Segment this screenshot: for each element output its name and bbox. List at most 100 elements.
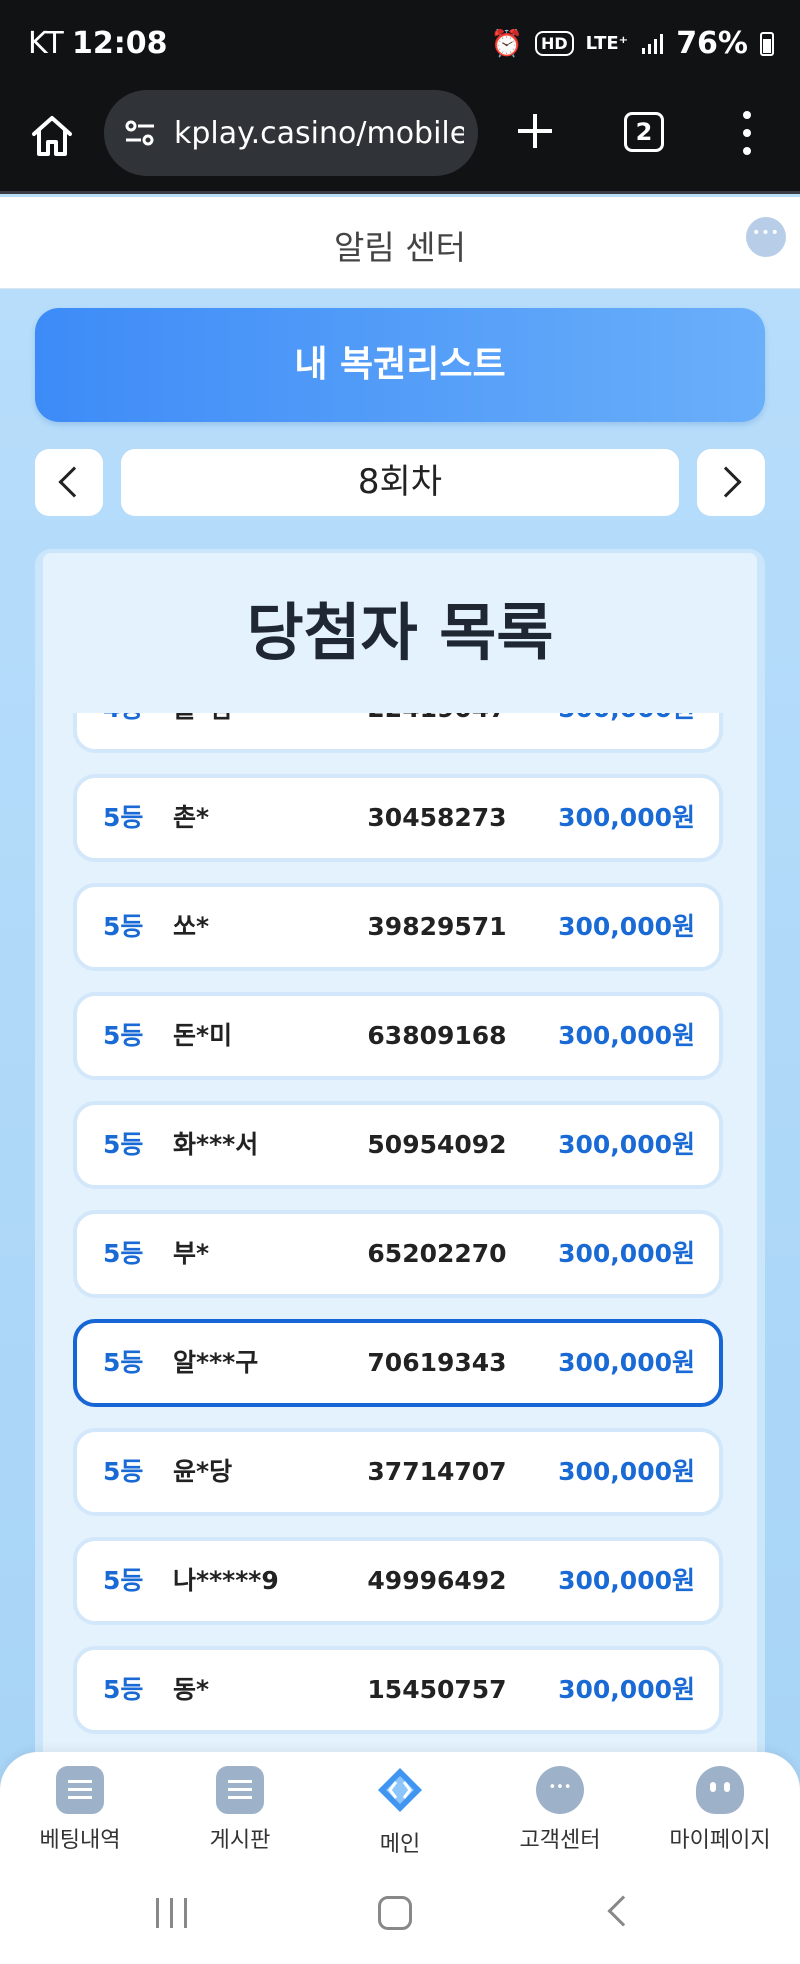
system-navigation-bar <box>0 1862 800 1964</box>
winner-name: 화***서 <box>173 1130 259 1159</box>
tab-switcher-button[interactable]: 2 <box>624 112 664 152</box>
nav-betting-history[interactable]: 베팅내역 <box>10 1766 150 1854</box>
winner-name: 동* <box>173 1675 210 1704</box>
battery-percent: 76% <box>676 26 748 61</box>
winner-rank: 5등 <box>103 1021 144 1050</box>
nav-my-page[interactable]: 마이페이지 <box>650 1766 790 1854</box>
winner-rank: 5등 <box>103 1675 144 1704</box>
winner-prize: 500,000원 <box>558 713 695 749</box>
winner-prize: 300,000원 <box>558 1348 695 1377</box>
nav-label: 고객센터 <box>519 1828 601 1853</box>
nav-label: 베팅내역 <box>39 1828 121 1853</box>
nav-label: 메인 <box>379 1832 421 1857</box>
winner-name: 부* <box>173 1239 210 1268</box>
winners-panel: 당첨자 목록 4등 올*첨 22419047 500,000원 5등 촌* 30458273… <box>35 549 765 1789</box>
winner-prize: 300,000원 <box>558 1239 695 1268</box>
winner-name: 돈*미 <box>173 1021 233 1050</box>
winners-panel-inner: 당첨자 목록 4등 올*첨 22419047 500,000원 5등 촌* 30458273… <box>43 553 757 1789</box>
nav-customer-center[interactable]: 고객센터 <box>490 1766 630 1854</box>
status-icons: ⏰ HD LTE⁺ 76% <box>491 26 774 61</box>
page-title: 알림 센터 <box>334 228 466 267</box>
home-button-icon[interactable] <box>378 1896 412 1930</box>
winner-number: 65202270 <box>367 1239 507 1268</box>
winner-name: 알***구 <box>173 1348 259 1377</box>
alarm-icon: ⏰ <box>490 28 523 59</box>
winner-prize: 300,000원 <box>558 1021 695 1050</box>
winner-prize: 300,000원 <box>558 803 695 832</box>
winner-rank: 5등 <box>103 1130 144 1159</box>
winner-number: 49996492 <box>367 1566 507 1595</box>
previous-round-button[interactable] <box>35 449 103 516</box>
battery-icon <box>760 31 774 56</box>
home-icon[interactable] <box>28 112 76 160</box>
next-round-button[interactable] <box>697 449 765 516</box>
winner-name: 윤*당 <box>173 1457 233 1486</box>
winner-row: 5등 화***서 50954092 300,000원 <box>73 1101 723 1189</box>
browser-toolbar: kplay.casino/mobile/ 2 <box>0 88 800 194</box>
winner-rank: 5등 <box>103 1566 144 1595</box>
winner-number: 37714707 <box>367 1457 507 1486</box>
winner-row: 5등 돈*미 63809168 300,000원 <box>73 992 723 1080</box>
clock: 12:08 <box>72 26 168 61</box>
my-lottery-list-button[interactable]: 내 복권리스트 <box>35 308 765 422</box>
winner-number: 63809168 <box>367 1021 507 1050</box>
winners-list[interactable]: 4등 올*첨 22419047 500,000원 5등 촌* 30458273 300,000… <box>43 713 757 1789</box>
hd-voice-icon: HD <box>534 31 574 56</box>
winner-row: 5등 윤*당 37714707 300,000원 <box>73 1428 723 1516</box>
nav-label: 마이페이지 <box>669 1828 771 1853</box>
signal-icon <box>642 33 664 54</box>
winner-number: 22419047 <box>347 713 527 749</box>
winner-number: 15450757 <box>367 1675 507 1704</box>
bottom-navigation: 베팅내역 게시판 메인 고객센터 마이페이지 <box>0 1752 800 1862</box>
customer-center-icon <box>536 1766 584 1814</box>
winner-name: 나*****9 <box>173 1566 279 1595</box>
winner-rank: 5등 <box>103 912 144 941</box>
board-icon <box>216 1766 264 1814</box>
winner-row: 4등 올*첨 22419047 500,000원 <box>73 713 723 753</box>
back-icon[interactable] <box>607 1895 639 1927</box>
winner-prize: 300,000원 <box>558 1566 695 1595</box>
my-page-icon <box>696 1766 744 1814</box>
address-bar[interactable]: kplay.casino/mobile/ <box>104 90 478 176</box>
winner-row: 5등 나*****9 49996492 300,000원 <box>73 1537 723 1625</box>
winner-rank: 5등 <box>103 1348 144 1377</box>
winner-prize: 300,000원 <box>558 912 695 941</box>
chevron-right-icon <box>710 466 742 498</box>
recent-apps-icon[interactable] <box>156 1898 190 1928</box>
winner-name: 촌* <box>173 803 210 832</box>
round-label: 8회차 <box>121 449 679 516</box>
betting-history-icon <box>56 1766 104 1814</box>
main-icon <box>378 1768 422 1812</box>
winner-prize: 300,000원 <box>558 1675 695 1704</box>
winner-row: 5등 쏘* 39829571 300,000원 <box>73 883 723 971</box>
winners-title: 당첨자 목록 <box>43 553 757 713</box>
site-settings-icon[interactable] <box>122 115 158 151</box>
winner-rank: 5등 <box>103 1239 144 1268</box>
winner-name: 올*첨 <box>173 713 232 749</box>
winner-rank: 5등 <box>103 803 144 832</box>
winner-row: 5등 촌* 30458273 300,000원 <box>73 774 723 862</box>
winner-name: 쏘* <box>173 912 210 941</box>
nav-main[interactable]: 메인 <box>330 1766 470 1858</box>
page-header: 알림 센터 <box>0 197 800 289</box>
winner-rank: 4등 <box>103 713 143 749</box>
chevron-left-icon <box>58 466 90 498</box>
winner-row: 5등 알***구 70619343 300,000원 <box>73 1319 723 1407</box>
winner-prize: 300,000원 <box>558 1457 695 1486</box>
url-text[interactable]: kplay.casino/mobile/ <box>174 116 464 151</box>
more-menu-icon[interactable] <box>740 108 754 158</box>
nav-board[interactable]: 게시판 <box>170 1766 310 1854</box>
winner-number: 39829571 <box>367 912 507 941</box>
carrier-label: KT <box>28 26 64 61</box>
winner-row: 5등 동* 15450757 300,000원 <box>73 1646 723 1734</box>
winner-rank: 5등 <box>103 1457 144 1486</box>
winner-number: 70619343 <box>367 1348 507 1377</box>
winner-number: 50954092 <box>367 1130 507 1159</box>
new-tab-icon[interactable] <box>512 108 558 154</box>
winner-number: 30458273 <box>367 803 507 832</box>
status-bar: KT 12:08 ⏰ HD LTE⁺ 76% <box>0 0 800 88</box>
chat-bubble-icon[interactable] <box>746 217 786 257</box>
nav-label: 게시판 <box>209 1828 271 1853</box>
lte-icon: LTE⁺ <box>585 33 629 54</box>
winner-row: 5등 부* 65202270 300,000원 <box>73 1210 723 1298</box>
